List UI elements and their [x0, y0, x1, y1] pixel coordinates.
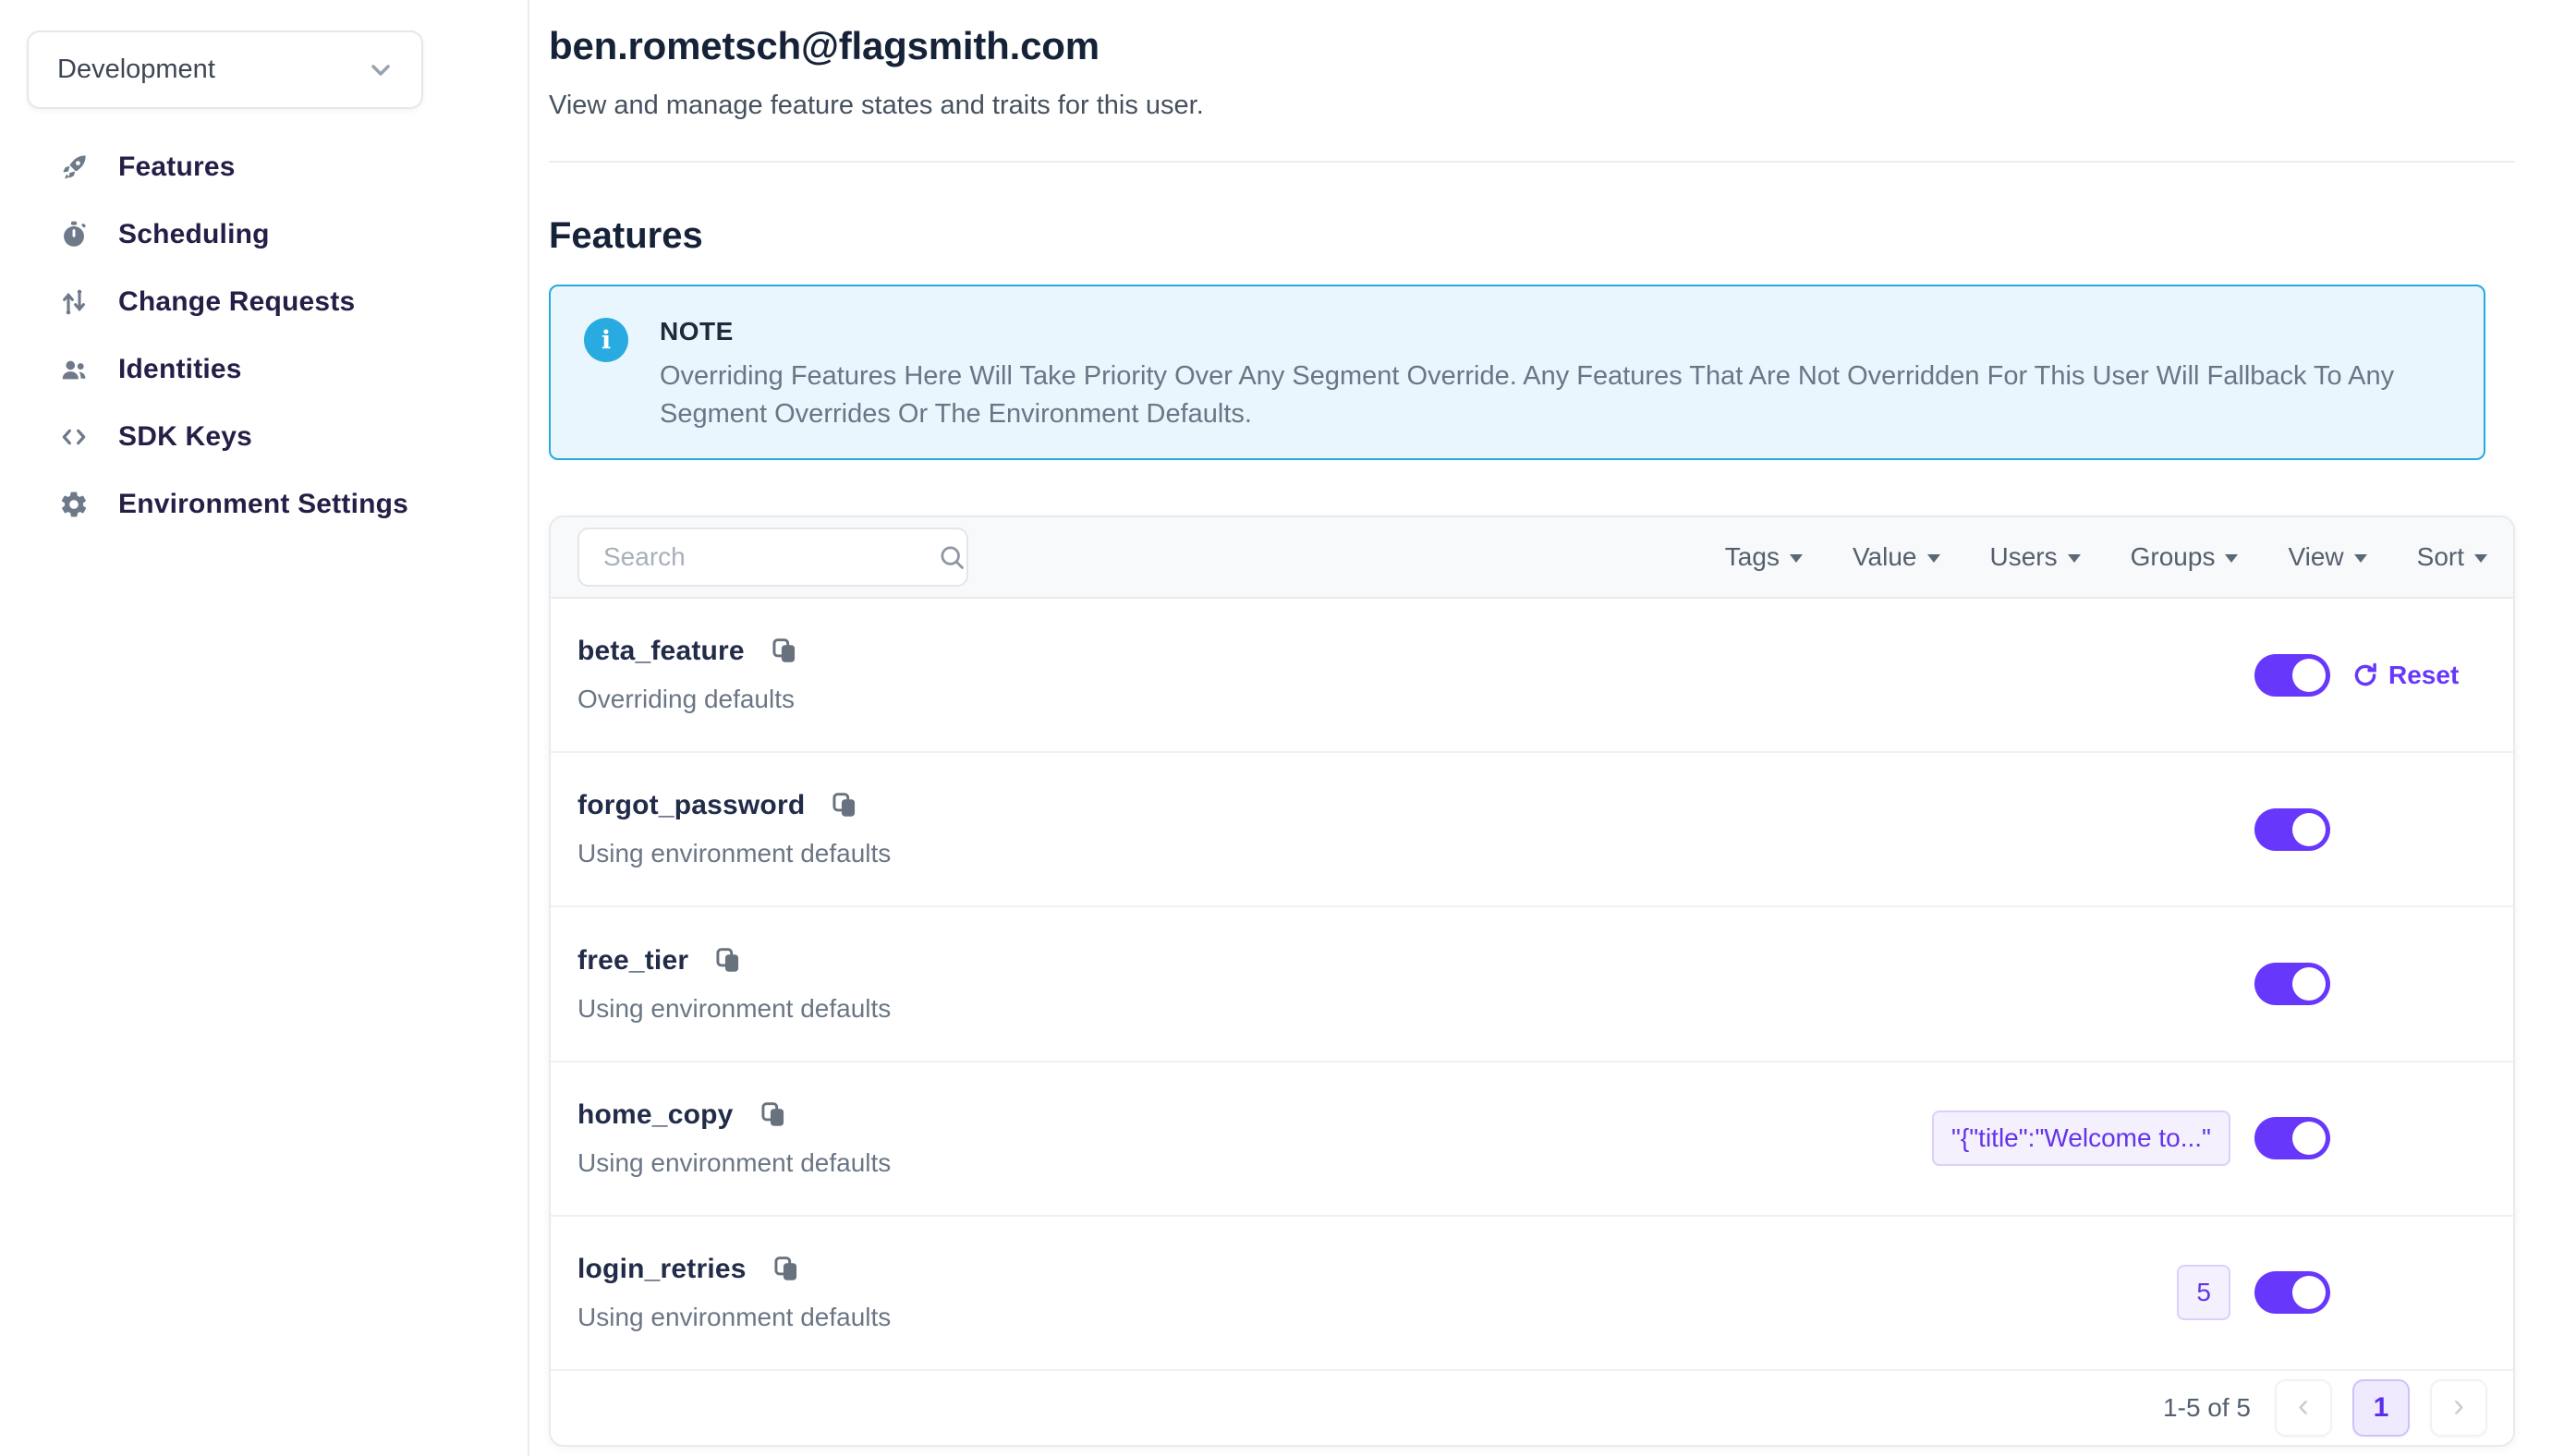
filter-bar: Tags Value Users Groups View Sort — [1725, 542, 2487, 572]
feature-name: login_retries — [577, 1254, 747, 1285]
refresh-icon — [2351, 661, 2380, 690]
feature-status: Using environment defaults — [577, 1148, 891, 1178]
feature-toggle[interactable] — [2254, 1271, 2330, 1314]
feature-toggle[interactable] — [2254, 963, 2330, 1005]
search-box[interactable] — [577, 528, 968, 587]
filter-users[interactable]: Users — [1990, 542, 2081, 572]
feature-toggle[interactable] — [2254, 1117, 2330, 1159]
identities-icon — [58, 354, 90, 385]
rocket-icon — [58, 152, 90, 183]
sidebar-item-environment-settings[interactable]: Environment Settings — [0, 470, 528, 538]
sidebar-item-label: Identities — [118, 354, 242, 385]
filter-groups[interactable]: Groups — [2131, 542, 2239, 572]
pagination: 1-5 of 5 ‹ 1 › — [551, 1369, 2513, 1445]
feature-rows: beta_feature Overriding defaults — [551, 599, 2513, 1369]
pagination-summary: 1-5 of 5 — [2163, 1393, 2251, 1423]
change-requests-icon — [58, 286, 90, 318]
sidebar-item-label: Environment Settings — [118, 489, 408, 520]
filter-sort[interactable]: Sort — [2417, 542, 2487, 572]
chevron-right-icon: › — [2453, 1389, 2464, 1422]
caret-down-icon — [2068, 554, 2081, 563]
caret-down-icon — [2225, 554, 2238, 563]
chevron-down-icon — [366, 55, 395, 85]
page-subtitle: View and manage feature states and trait… — [549, 87, 2515, 124]
code-icon — [58, 421, 90, 453]
filter-tags[interactable]: Tags — [1725, 542, 1803, 572]
sidebar-item-label: SDK Keys — [118, 421, 252, 453]
filter-view[interactable]: View — [2288, 542, 2366, 572]
stopwatch-icon — [58, 219, 90, 250]
feature-status: Using environment defaults — [577, 839, 891, 868]
copy-icon[interactable] — [759, 1099, 788, 1131]
caret-down-icon — [2354, 554, 2367, 563]
feature-row-free-tier[interactable]: free_tier Using environment defaults — [551, 907, 2513, 1062]
sidebar-item-label: Scheduling — [118, 219, 270, 250]
page-title: ben.rometsch@flagsmith.com — [549, 22, 2515, 70]
pagination-prev-button[interactable]: ‹ — [2275, 1379, 2332, 1437]
caret-down-icon — [2474, 554, 2487, 563]
feature-status: Using environment defaults — [577, 1303, 891, 1332]
feature-row-home-copy[interactable]: home_copy Using environment defaults "{"… — [551, 1062, 2513, 1217]
sidebar-item-identities[interactable]: Identities — [0, 335, 528, 403]
sidebar-item-label: Features — [118, 152, 236, 183]
copy-icon[interactable] — [770, 636, 799, 667]
note-banner: i NOTE Overriding Features Here Will Tak… — [549, 285, 2485, 460]
search-input[interactable] — [603, 542, 937, 572]
caret-down-icon — [1927, 554, 1940, 563]
gear-icon — [58, 489, 90, 520]
feature-name: free_tier — [577, 945, 688, 977]
caret-down-icon — [1790, 554, 1803, 563]
environment-selector[interactable]: Development — [27, 30, 423, 109]
features-panel: Tags Value Users Groups View Sort beta_f… — [549, 516, 2515, 1447]
feature-name: forgot_password — [577, 790, 805, 821]
note-title: NOTE — [660, 316, 2394, 347]
sidebar-nav: Features Scheduling — [0, 133, 528, 538]
chevron-left-icon: ‹ — [2298, 1389, 2309, 1422]
search-icon — [937, 542, 966, 572]
sidebar-item-label: Change Requests — [118, 286, 355, 318]
feature-name: beta_feature — [577, 636, 745, 667]
sidebar: Development Features — [0, 0, 529, 1456]
filter-value[interactable]: Value — [1853, 542, 1940, 572]
feature-name: home_copy — [577, 1099, 734, 1131]
sidebar-item-sdk-keys[interactable]: SDK Keys — [0, 403, 528, 470]
note-body: Overriding Features Here Will Take Prior… — [660, 358, 2394, 433]
reset-button[interactable]: Reset — [2351, 661, 2459, 690]
feature-status: Using environment defaults — [577, 994, 891, 1024]
feature-row-forgot-password[interactable]: forgot_password Using environment defaul… — [551, 753, 2513, 907]
sidebar-item-change-requests[interactable]: Change Requests — [0, 268, 528, 335]
feature-toggle[interactable] — [2254, 808, 2330, 851]
features-panel-header: Tags Value Users Groups View Sort — [551, 517, 2513, 599]
sidebar-item-features[interactable]: Features — [0, 133, 528, 200]
feature-status: Overriding defaults — [577, 685, 799, 714]
features-section-heading: Features — [549, 211, 2515, 261]
copy-icon[interactable] — [830, 790, 859, 821]
environment-selector-value: Development — [57, 55, 215, 85]
feature-row-beta-feature[interactable]: beta_feature Overriding defaults — [551, 599, 2513, 753]
main-content: ben.rometsch@flagsmith.com View and mana… — [529, 0, 2576, 1456]
pagination-page-1-button[interactable]: 1 — [2352, 1379, 2410, 1437]
feature-toggle[interactable] — [2254, 654, 2330, 697]
copy-icon[interactable] — [772, 1254, 801, 1285]
pagination-next-button[interactable]: › — [2430, 1379, 2487, 1437]
divider — [549, 161, 2515, 163]
note-content: NOTE Overriding Features Here Will Take … — [660, 316, 2394, 458]
feature-value-chip[interactable]: 5 — [2177, 1265, 2230, 1320]
feature-value-chip[interactable]: "{"title":"Welcome to..." — [1932, 1110, 2230, 1166]
copy-icon[interactable] — [713, 945, 743, 977]
feature-row-login-retries[interactable]: login_retries Using environment defaults… — [551, 1217, 2513, 1369]
sidebar-item-scheduling[interactable]: Scheduling — [0, 200, 528, 268]
info-icon: i — [584, 318, 628, 362]
